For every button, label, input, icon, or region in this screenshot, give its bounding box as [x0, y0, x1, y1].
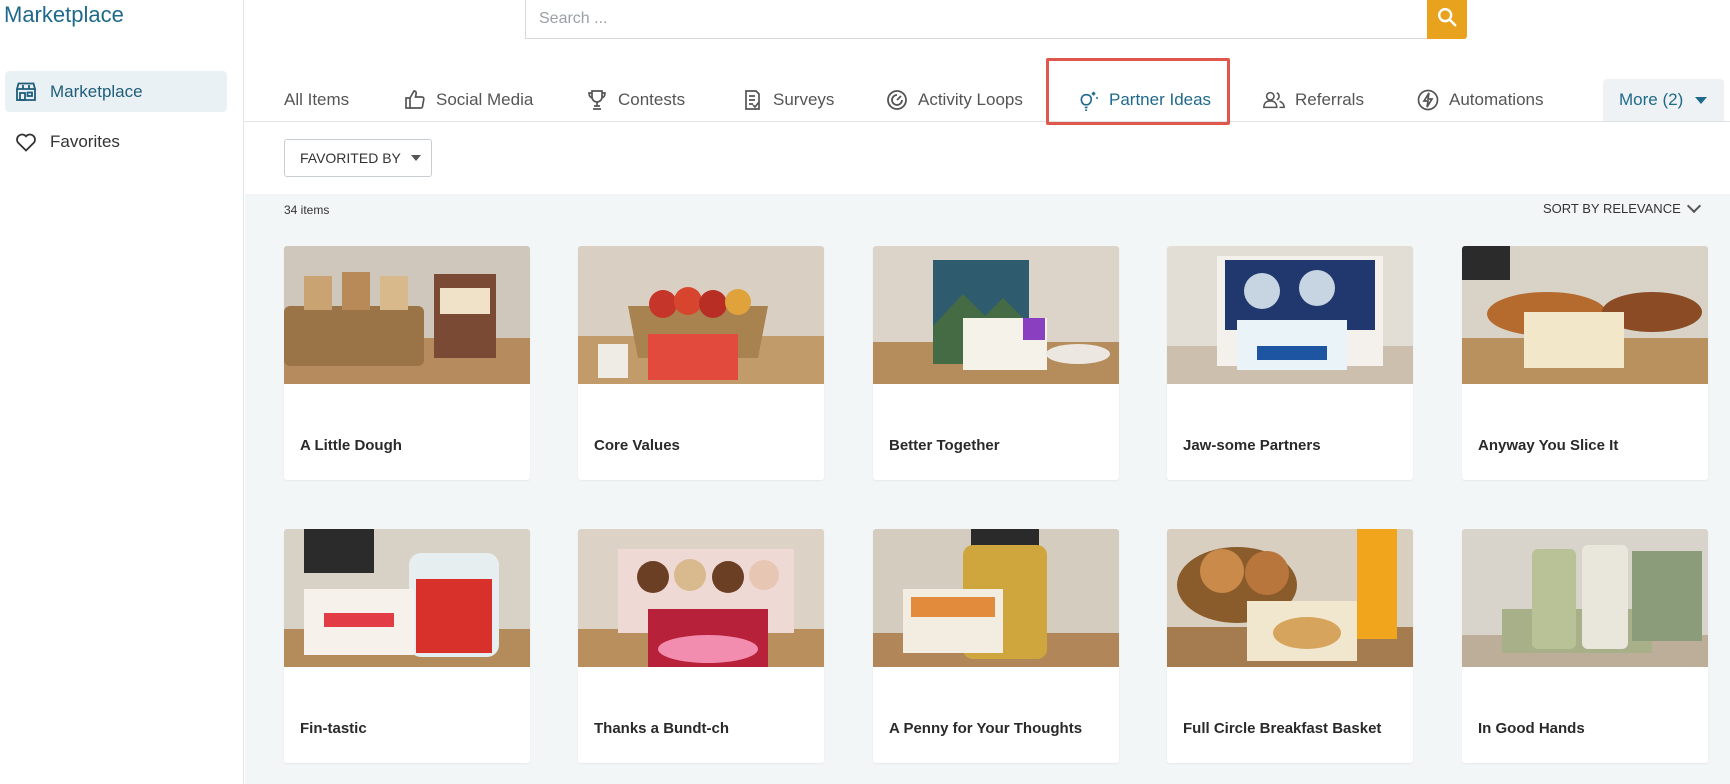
product-image: [284, 246, 530, 384]
tab-label: All Items: [284, 90, 350, 109]
tab-label: Surveys: [773, 90, 835, 109]
caret-down-icon: [410, 155, 421, 161]
product-image: [873, 246, 1119, 384]
search-button[interactable]: [1427, 0, 1467, 39]
app-title: Marketplace: [4, 2, 124, 27]
category-tabs: All Items Social Media Contests Surveys …: [244, 78, 1730, 122]
product-image: [578, 246, 824, 384]
sidebar: Marketplace Marketplace Favorites: [0, 0, 244, 784]
tab-partner-ideas[interactable]: Partner Ideas: [1076, 78, 1211, 122]
tab-automations[interactable]: Automations: [1416, 78, 1544, 122]
product-card[interactable]: Anyway You Slice It: [1462, 246, 1708, 480]
product-image: [1462, 246, 1708, 384]
card-title: Fin-tastic: [300, 720, 367, 737]
product-card[interactable]: Jaw-some Partners: [1167, 246, 1413, 480]
card-title: A Little Dough: [300, 437, 402, 454]
product-card[interactable]: Fin-tastic: [284, 529, 530, 763]
product-card[interactable]: A Penny for Your Thoughts: [873, 529, 1119, 763]
tab-social-media[interactable]: Social Media: [403, 78, 533, 122]
product-card[interactable]: Core Values: [578, 246, 824, 480]
more-tabs-dropdown[interactable]: More (2): [1603, 79, 1724, 121]
card-title: Full Circle Breakfast Basket: [1183, 720, 1382, 737]
caret-down-icon: [1695, 96, 1708, 104]
tab-label: Social Media: [436, 90, 534, 109]
people-icon: [1262, 88, 1286, 112]
lightbulb-icon: [1076, 88, 1100, 112]
clipboard-icon: [740, 88, 764, 112]
sidebar-item-label: Favorites: [50, 131, 120, 151]
card-title: Thanks a Bundt-ch: [594, 720, 730, 737]
product-image: [873, 529, 1119, 667]
product-card[interactable]: Thanks a Bundt-ch: [578, 529, 824, 763]
sidebar-item-favorites[interactable]: Favorites: [5, 121, 227, 162]
tab-label: Automations: [1449, 90, 1544, 109]
more-tab-label: More (2): [1619, 90, 1684, 109]
tab-activity-loops[interactable]: Activity Loops: [885, 78, 1023, 122]
product-card[interactable]: A Little Dough: [284, 246, 530, 480]
product-card[interactable]: Better Together: [873, 246, 1119, 480]
card-title: In Good Hands: [1478, 720, 1585, 737]
card-title: A Penny for Your Thoughts: [889, 720, 1083, 737]
search-input[interactable]: [526, 0, 1427, 38]
filter-label: FAVORITED BY: [300, 150, 401, 166]
product-card[interactable]: Full Circle Breakfast Basket: [1167, 529, 1413, 763]
tab-all-items[interactable]: All Items: [284, 78, 349, 122]
tab-label: Partner Ideas: [1109, 90, 1212, 109]
product-image: [1167, 529, 1413, 667]
search-icon: [1436, 6, 1458, 33]
tab-referrals[interactable]: Referrals: [1262, 78, 1364, 122]
product-image: [578, 529, 824, 667]
product-image: [1167, 246, 1413, 384]
store-icon: [14, 80, 38, 104]
tab-label: Referrals: [1295, 90, 1364, 109]
card-title: Better Together: [889, 437, 1000, 454]
product-image: [284, 529, 530, 667]
tab-contests[interactable]: Contests: [585, 78, 685, 122]
card-title: Jaw-some Partners: [1183, 437, 1321, 454]
tab-surveys[interactable]: Surveys: [740, 78, 834, 122]
loop-icon: [885, 88, 909, 112]
app-root: Marketplace Marketplace Favorites Search…: [0, 0, 1730, 784]
search-box: [525, 0, 1428, 39]
chevron-down-icon: [1686, 198, 1701, 214]
trophy-icon: [585, 88, 609, 112]
sort-label: SORT BY RELEVANCE: [1543, 201, 1681, 216]
product-card[interactable]: In Good Hands: [1462, 529, 1708, 763]
product-image: [1462, 529, 1708, 667]
sidebar-item-label: Marketplace: [50, 81, 143, 101]
sidebar-item-marketplace[interactable]: Marketplace: [5, 71, 227, 112]
thumbs-up-icon: [403, 88, 427, 112]
card-title: Anyway You Slice It: [1478, 437, 1619, 454]
card-title: Core Values: [594, 437, 680, 454]
tab-label: Contests: [618, 90, 686, 109]
tab-label: Activity Loops: [918, 90, 1023, 109]
results-count: 34 items: [284, 203, 330, 217]
sort-dropdown[interactable]: SORT BY RELEVANCE: [1543, 198, 1701, 216]
heart-icon: [14, 130, 38, 154]
bolt-icon: [1416, 88, 1440, 112]
favorited-by-filter[interactable]: FAVORITED BY: [284, 139, 432, 177]
